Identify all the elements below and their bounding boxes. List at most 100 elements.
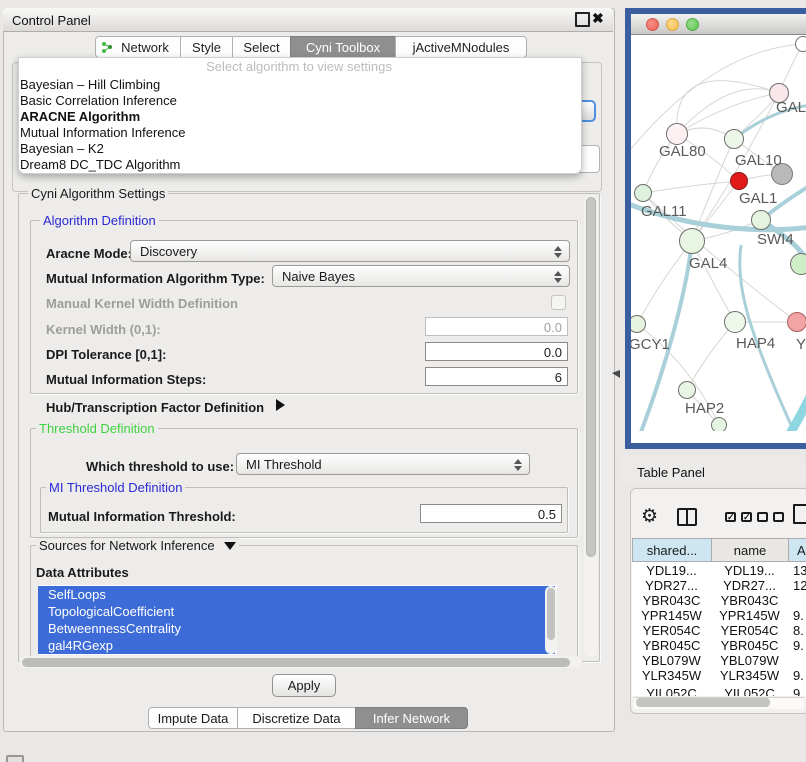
collapse-arrow-icon[interactable] <box>224 542 236 550</box>
sources-group-title[interactable]: Sources for Network Inference <box>36 538 239 553</box>
tab-style[interactable]: Style <box>180 36 233 58</box>
dpi-tolerance-field[interactable]: 0.0 <box>425 342 568 361</box>
table-row[interactable]: YBR043C YBR043C <box>632 593 806 608</box>
stepper-arrows-icon <box>553 245 562 259</box>
table-horizontal-scrollbar-thumb[interactable] <box>636 698 770 707</box>
tab-select[interactable]: Select <box>232 36 291 58</box>
unchecked-checkbox-icon[interactable] <box>773 512 784 522</box>
column-header-name[interactable]: name <box>711 538 789 562</box>
threshold-definition-title: Threshold Definition <box>36 421 158 436</box>
node-hap2[interactable] <box>678 381 696 399</box>
list-item-selfloops[interactable]: SelfLoops <box>38 586 555 603</box>
column-header-partial[interactable]: A <box>788 538 806 562</box>
algorithm-option-mutual-information[interactable]: Mutual Information Inference <box>20 125 560 141</box>
list-item-gal4rgexp[interactable]: gal4RGexp <box>38 637 555 654</box>
which-threshold-combo[interactable]: MI Threshold <box>236 453 530 475</box>
dpi-tolerance-label: DPI Tolerance [0,1]: <box>46 347 166 362</box>
node-partial-bottom[interactable] <box>711 417 727 431</box>
node-label-swi4: SWI4 <box>757 231 794 248</box>
cell: YPR145W <box>711 608 788 623</box>
node-label-gal10: GAL10 <box>735 152 782 169</box>
cell: YIL052C <box>632 686 711 696</box>
list-item-betweennesscentrality[interactable]: BetweennessCentrality <box>38 620 555 637</box>
node-gal1-selected[interactable] <box>730 172 748 190</box>
docked-panel-icon[interactable] <box>6 755 24 762</box>
table-row[interactable]: YPR145W YPR145W 9. <box>632 608 806 623</box>
table-row[interactable]: YDL19... YDL19... 13 <box>632 563 806 578</box>
cell: YBR043C <box>632 593 711 608</box>
algorithm-definition-title: Algorithm Definition <box>40 213 159 228</box>
zoom-traffic-light[interactable] <box>686 18 699 31</box>
node-label-hap4: HAP4 <box>736 335 775 352</box>
node-gal10[interactable] <box>724 129 744 149</box>
split-columns-icon[interactable] <box>677 508 697 526</box>
list-item-topologicalcoefficient[interactable]: TopologicalCoefficient <box>38 603 555 620</box>
float-window-icon[interactable] <box>575 12 590 27</box>
screen: Control Panel ✖ Network Style Select Cyn… <box>0 0 806 762</box>
cell: 13 <box>788 563 806 578</box>
table-row[interactable]: YBL079W YBL079W <box>632 653 806 668</box>
node-label-gal: GAL <box>776 99 806 116</box>
unchecked-checkbox-icon[interactable] <box>757 512 768 522</box>
algorithm-option-bayesian-k2[interactable]: Bayesian – K2 <box>20 141 560 157</box>
hub-section-label[interactable]: Hub/Transcription Factor Definition <box>46 400 264 415</box>
data-attributes-label: Data Attributes <box>36 565 129 580</box>
tab-jactivemnodules[interactable]: jActiveMNodules <box>395 36 527 58</box>
checked-checkbox-icon[interactable]: ✓ <box>741 512 752 522</box>
algorithm-option-dream8[interactable]: Dream8 DC_TDC Algorithm <box>20 157 560 173</box>
aracne-mode-combo[interactable]: Discovery <box>130 240 570 262</box>
tab-discretize-data[interactable]: Discretize Data <box>237 707 356 729</box>
document-icon[interactable] <box>793 504 806 524</box>
tab-impute-data[interactable]: Impute Data <box>148 707 238 729</box>
close-icon[interactable]: ✖ <box>592 10 604 27</box>
sources-title-text: Sources for Network Inference <box>39 538 215 553</box>
node-label-gal1: GAL1 <box>739 190 777 207</box>
table-row[interactable]: YER054C YER054C 8. <box>632 623 806 638</box>
node-gal80[interactable] <box>666 123 688 145</box>
network-canvas[interactable]: GAL GAL80 GAL10 GAL1 GAL11 SWI4 GAL4 GCY… <box>631 35 806 431</box>
cell: 12 <box>788 578 806 593</box>
aracne-mode-value: Discovery <box>140 244 197 259</box>
table-row[interactable]: YIL052C YIL052C 9. <box>632 686 806 696</box>
column-header-shared-name[interactable]: shared... <box>632 538 712 562</box>
settings-horizontal-scrollbar-thumb[interactable] <box>22 658 570 667</box>
settings-vertical-scrollbar-thumb[interactable] <box>586 197 596 557</box>
algorithm-option-basic-correlation[interactable]: Basic Correlation Inference <box>20 93 560 109</box>
algorithm-option-bayesian-hill[interactable]: Bayesian – Hill Climbing <box>20 77 560 93</box>
gear-icon[interactable]: ⚙ <box>641 505 658 528</box>
manual-kernel-checkbox[interactable] <box>551 295 566 310</box>
mi-threshold-field[interactable]: 0.5 <box>420 504 562 523</box>
algorithm-option-aracne[interactable]: ARACNE Algorithm <box>20 109 560 125</box>
apply-button[interactable]: Apply <box>272 674 336 697</box>
node-gal11[interactable] <box>634 184 652 202</box>
stepper-arrows-icon <box>513 458 522 472</box>
node-partial-right[interactable] <box>790 253 806 275</box>
minimize-traffic-light[interactable] <box>666 18 679 31</box>
node-salmon[interactable] <box>787 312 806 332</box>
mi-type-combo[interactable]: Naive Bayes <box>272 265 570 287</box>
table-row[interactable]: YBR045C YBR045C 9. <box>632 638 806 653</box>
cell: YER054C <box>632 623 711 638</box>
table-row[interactable]: YLR345W YLR345W 9. <box>632 668 806 683</box>
node-gal4[interactable] <box>679 228 705 254</box>
cell: 9. <box>788 638 806 653</box>
table-body: YDL19... YDL19... 13 YDR27... YDR27... 1… <box>632 562 806 696</box>
mi-steps-field[interactable]: 6 <box>425 367 568 386</box>
mouse-cursor <box>612 370 620 378</box>
mi-type-label: Mutual Information Algorithm Type: <box>46 271 265 286</box>
algorithm-popup-prompt: Select algorithm to view settings <box>18 59 580 74</box>
tab-cyni-toolbox[interactable]: Cyni Toolbox <box>290 36 396 58</box>
expand-arrow-icon[interactable] <box>276 399 285 411</box>
node-hap4[interactable] <box>724 311 746 333</box>
cell: YLR345W <box>632 668 711 683</box>
node-label-gcy1: GCY1 <box>631 336 670 353</box>
cell: YBR043C <box>711 593 788 608</box>
node-swi4[interactable] <box>751 210 771 230</box>
table-row[interactable]: YDR27... YDR27... 12 <box>632 578 806 593</box>
close-traffic-light[interactable] <box>646 18 659 31</box>
checked-checkbox-icon[interactable]: ✓ <box>725 512 736 522</box>
kernel-width-field[interactable]: 0.0 <box>425 317 568 336</box>
tab-infer-network[interactable]: Infer Network <box>355 707 468 729</box>
node-partial-top[interactable] <box>795 36 806 52</box>
attributes-scrollbar-thumb[interactable] <box>547 588 555 640</box>
